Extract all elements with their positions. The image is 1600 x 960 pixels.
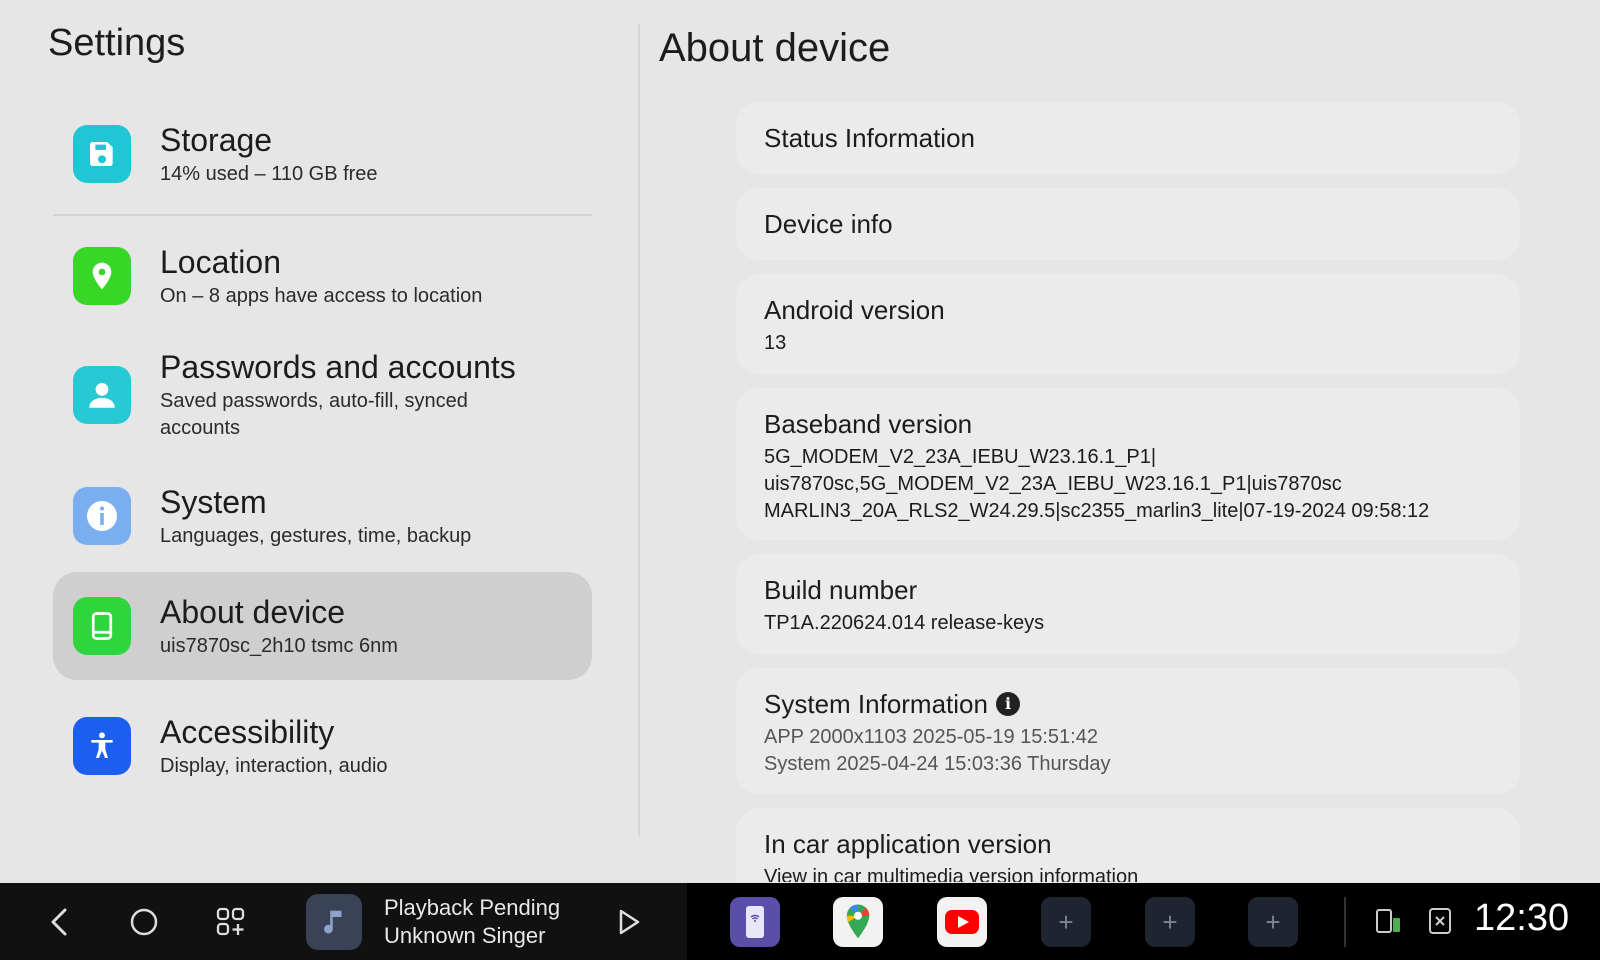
in-car-application-version-card[interactable]: In car application version View in car m… [736, 808, 1520, 882]
menu-item-title: System [160, 483, 267, 520]
add-app-slot[interactable]: + [1041, 897, 1091, 947]
menu-item-title: Accessibility [160, 713, 335, 750]
card-title: Build number [764, 575, 918, 605]
card-value: MARLIN3_20A_RLS2_W24.29.5|sc2355_marlin3… [764, 500, 1430, 522]
card-title: In car application version [764, 829, 1052, 859]
maps-app-icon[interactable] [833, 897, 883, 947]
pane-divider [638, 24, 640, 836]
youtube-app-icon[interactable] [937, 897, 987, 947]
build-number-card[interactable]: Build number TP1A.220624.014 release-key… [736, 554, 1520, 654]
page-title: About device [659, 26, 891, 70]
menu-item-system[interactable]: System Languages, gestures, time, backup [53, 460, 592, 572]
home-button[interactable] [123, 901, 165, 943]
wireless-app-icon[interactable] [730, 897, 780, 947]
settings-title: Settings [48, 22, 186, 64]
menu-item-about-device[interactable]: About device uis7870sc_2h10 tsmc 6nm [53, 572, 592, 680]
music-note-icon[interactable] [306, 894, 362, 950]
taskbar: Playback Pending Unknown Singer + + + 12… [0, 883, 1600, 960]
card-title: Baseband version [764, 409, 973, 439]
location-pin-icon [73, 247, 131, 305]
taskbar-divider [1344, 897, 1346, 947]
menu-item-storage[interactable]: Storage 14% used – 110 GB free [53, 100, 592, 208]
info-icon [73, 487, 131, 545]
baseband-version-card[interactable]: Baseband version 5G_MODEM_V2_23A_IEBU_W2… [736, 388, 1520, 540]
add-app-slot[interactable]: + [1145, 897, 1195, 947]
add-app-slot[interactable]: + [1248, 897, 1298, 947]
card-title: Status Information [764, 123, 975, 153]
card-title: Device info [764, 209, 893, 239]
status-information-card[interactable]: Status Information [736, 102, 1520, 174]
accessibility-icon [73, 717, 131, 775]
device-icon [73, 597, 131, 655]
back-button[interactable] [38, 901, 80, 943]
card-value: uis7870sc,5G_MODEM_V2_23A_IEBU_W23.16.1_… [764, 473, 1342, 495]
card-value: System 2025-04-24 15:03:36 Thursday [764, 753, 1111, 775]
media-title: Playback Pending [384, 895, 561, 920]
settings-menu: Storage 14% used – 110 GB free Location … [53, 100, 592, 800]
menu-item-subtitle: Languages, gestures, time, backup [160, 524, 472, 547]
card-value: 5G_MODEM_V2_23A_IEBU_W23.16.1_P1| [764, 446, 1157, 468]
card-value: TP1A.220624.014 release-keys [764, 612, 1045, 634]
card-value: 13 [764, 332, 787, 354]
storage-icon [73, 125, 131, 183]
card-title: Android version [764, 295, 945, 325]
play-button[interactable] [608, 901, 650, 943]
menu-item-subtitle: Display, interaction, audio [160, 754, 388, 777]
menu-item-subtitle: Saved passwords, auto-fill, synced accou… [160, 390, 468, 439]
close-app-icon[interactable] [1424, 905, 1456, 937]
account-icon [73, 366, 131, 424]
menu-item-location[interactable]: Location On – 8 apps have access to loca… [53, 222, 592, 330]
divider [53, 214, 592, 216]
card-value: View in car multimedia version informati… [764, 866, 1139, 882]
menu-item-passwords-accounts[interactable]: Passwords and accounts Saved passwords, … [53, 330, 592, 460]
device-info-card[interactable]: Device info [736, 188, 1520, 260]
menu-item-title: About device [160, 593, 346, 630]
about-device-list[interactable]: Status Information Device info Android v… [736, 102, 1520, 882]
menu-item-title: Location [160, 243, 281, 280]
phone-battery-icon[interactable] [1372, 905, 1404, 937]
menu-item-subtitle: 14% used – 110 GB free [160, 162, 378, 185]
app-grid-button[interactable] [210, 901, 252, 943]
info-icon[interactable]: i [995, 692, 1020, 716]
app-dock: + + + [687, 883, 1600, 960]
menu-item-subtitle: On – 8 apps have access to location [160, 284, 483, 307]
android-version-card[interactable]: Android version 13 [736, 274, 1520, 374]
card-title: System Information [764, 689, 988, 719]
menu-item-title: Passwords and accounts [160, 349, 516, 385]
card-value: APP 2000x1103 2025-05-19 15:51:42 [764, 726, 1098, 748]
media-artist: Unknown Singer [384, 923, 546, 948]
settings-pane: Settings Storage 14% used – 110 GB free … [0, 0, 640, 883]
menu-item-subtitle: uis7870sc_2h10 tsmc 6nm [160, 634, 398, 657]
clock: 12:30 [1474, 897, 1570, 939]
system-information-card[interactable]: System Information i APP 2000x1103 2025-… [736, 668, 1520, 794]
menu-item-accessibility[interactable]: Accessibility Display, interaction, audi… [53, 692, 592, 800]
media-area: Playback Pending Unknown Singer [0, 883, 687, 960]
menu-item-title: Storage [160, 121, 273, 158]
